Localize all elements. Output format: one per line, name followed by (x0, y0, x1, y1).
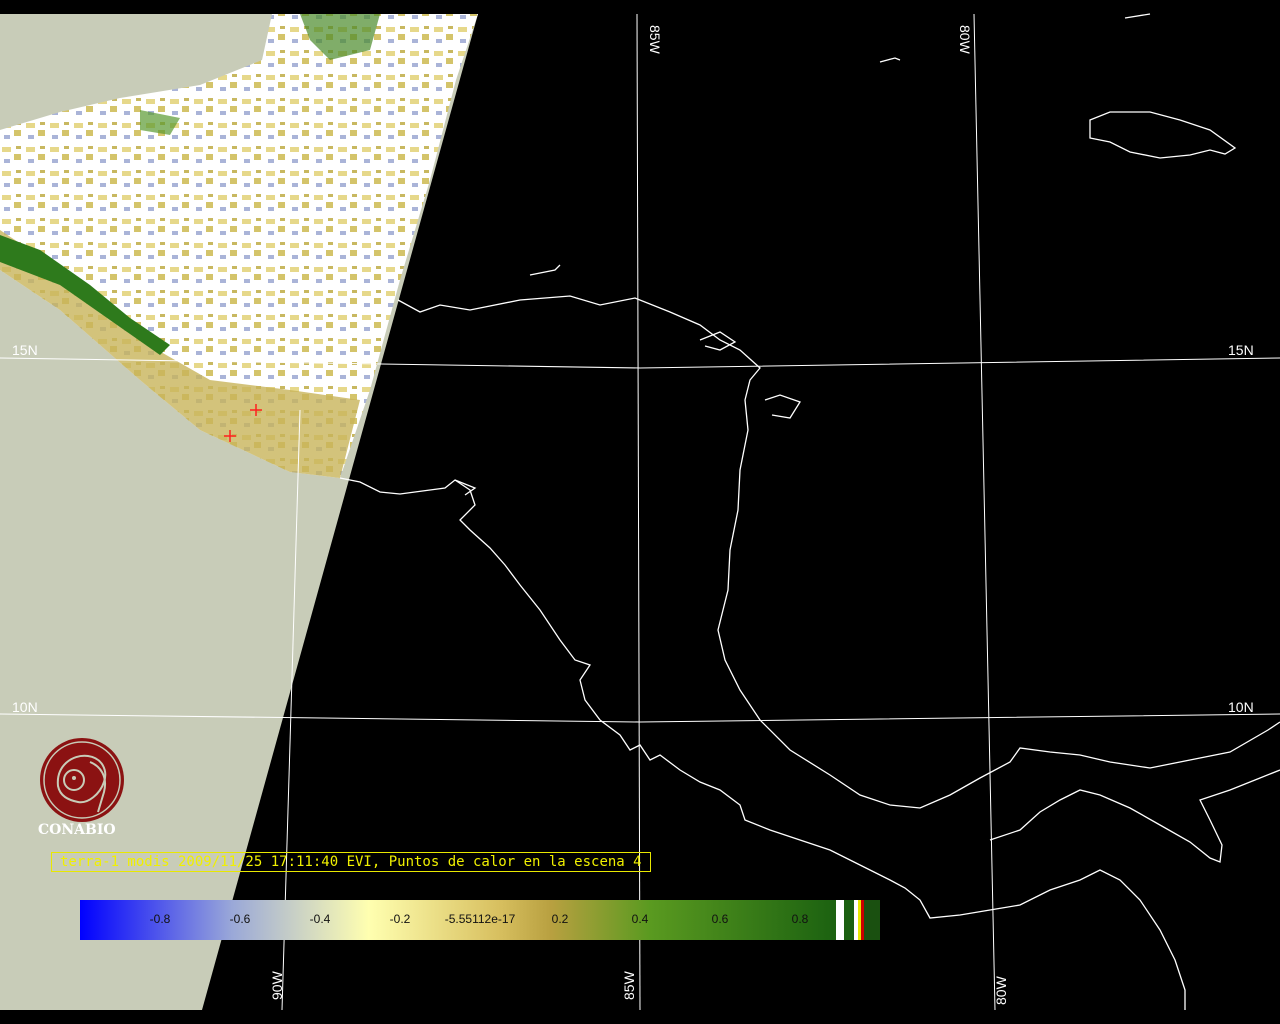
lon-label-85w-bottom: 85W (621, 971, 637, 1000)
lon-label-80w-top: 80W (957, 25, 973, 54)
colorbar-tick: -5.55112e-17 (444, 912, 516, 926)
lon-label-90w-bottom: 90W (269, 971, 285, 1000)
colorbar-tick: -0.4 (309, 912, 331, 926)
colorbar-tick: 0.4 (631, 912, 649, 926)
lat-label-10n-left: 10N (12, 699, 38, 715)
lon-label-85w-top: 85W (647, 25, 663, 54)
lat-label-10n-right: 10N (1228, 699, 1254, 715)
colorbar-tick: -0.8 (149, 912, 171, 926)
colorbar-tick: 0.6 (711, 912, 729, 926)
colorbar-tick: -0.2 (389, 912, 411, 926)
lon-label-80w-bottom: 80W (993, 976, 1009, 1005)
colorbar-tick: -0.6 (229, 912, 251, 926)
lat-label-15n-left: 15N (12, 342, 38, 358)
colorbar-tick: 0.2 (551, 912, 569, 926)
lat-label-15n-right: 15N (1228, 342, 1254, 358)
conabio-logo-icon (40, 738, 124, 822)
colorbar-tick: 0.8 (791, 912, 809, 926)
conabio-logo-text: CONABIO (38, 822, 116, 838)
scene-caption: terra-1 modis 2009/11/25 17:11:40 EVI, P… (51, 852, 651, 872)
